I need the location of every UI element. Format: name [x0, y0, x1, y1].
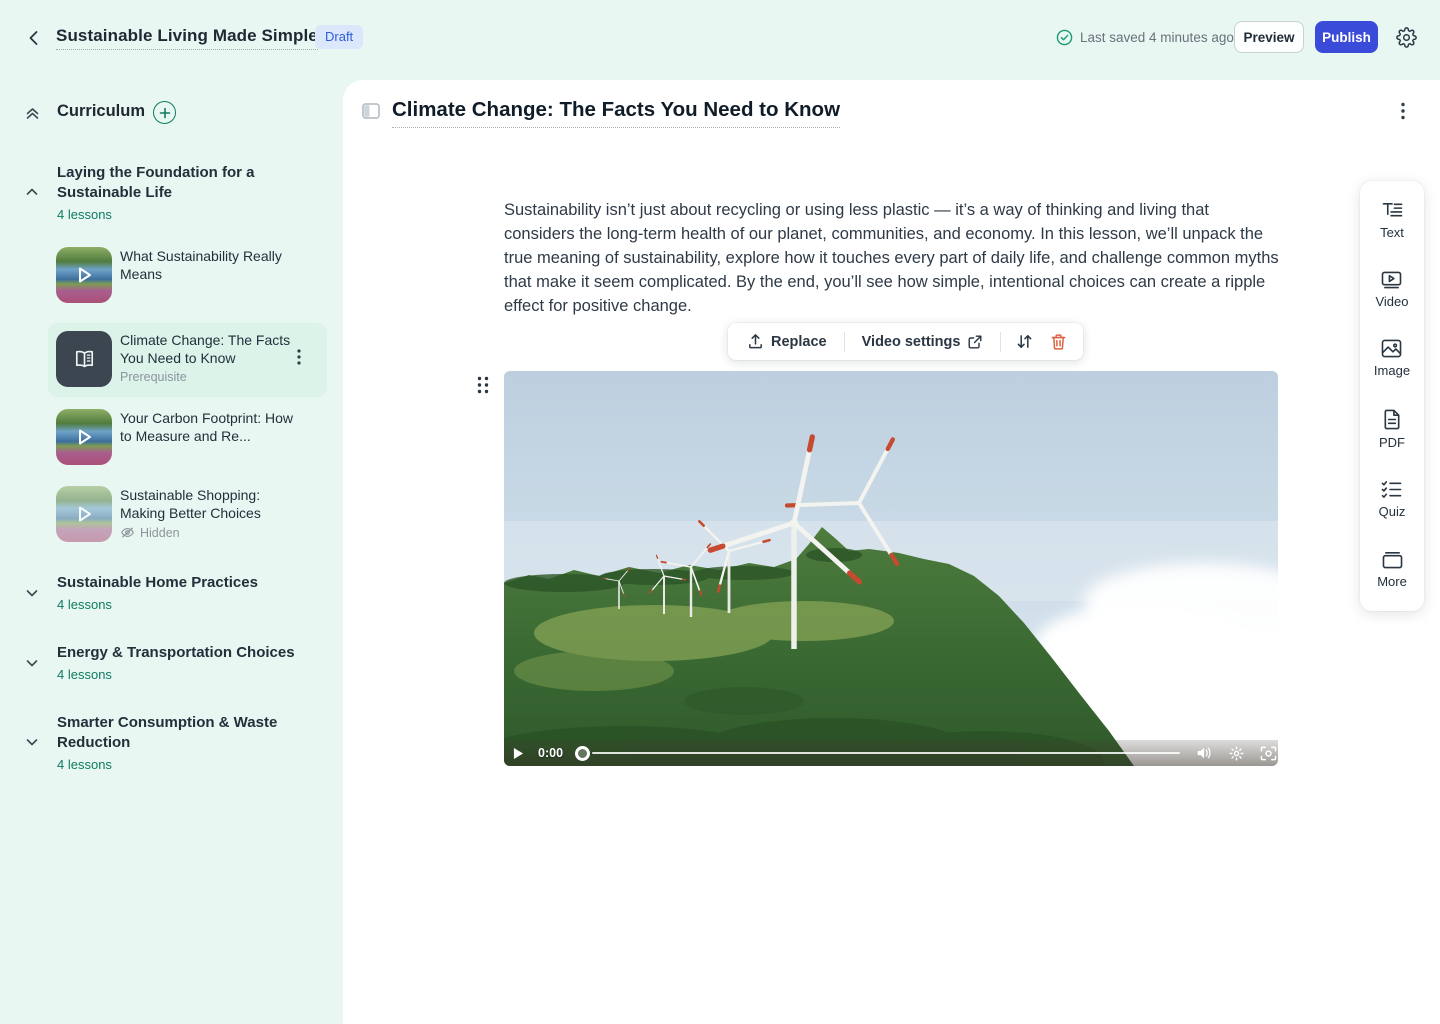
- section-4-chevron-down-icon[interactable]: [24, 734, 40, 750]
- toolbar-divider: [1000, 332, 1001, 352]
- reading-thumbnail: [56, 331, 112, 387]
- section-2-chevron-down-icon[interactable]: [24, 585, 40, 601]
- section-title[interactable]: Smarter Consumption & Waste Reduction: [57, 713, 297, 753]
- insert-pdf-button[interactable]: PDF: [1379, 409, 1405, 450]
- volume-icon[interactable]: [1196, 746, 1213, 760]
- eye-off-icon: [120, 525, 135, 540]
- video-frame-wind-turbines: [504, 371, 1278, 766]
- block-drag-handle-icon[interactable]: [476, 376, 490, 394]
- more-icon: [1382, 550, 1403, 569]
- preview-button[interactable]: Preview: [1234, 21, 1304, 53]
- lesson-page-title[interactable]: Climate Change: The Facts You Need to Kn…: [392, 98, 840, 128]
- play-icon: [73, 503, 95, 525]
- fullscreen-icon[interactable]: [1260, 746, 1277, 761]
- section-lesson-count: 4 lessons: [57, 667, 112, 682]
- section-lesson-count: 4 lessons: [57, 207, 112, 222]
- external-link-icon: [967, 334, 983, 350]
- video-current-time: 0:00: [538, 746, 563, 760]
- status-badge: Draft: [315, 25, 363, 49]
- last-saved-status: Last saved 4 minutes ago: [1056, 29, 1234, 46]
- lesson-item-climate-change[interactable]: Climate Change: The Facts You Need to Kn…: [48, 323, 327, 397]
- text-icon: [1382, 201, 1403, 220]
- saved-check-icon: [1056, 29, 1073, 46]
- publish-button[interactable]: Publish: [1315, 21, 1378, 53]
- video-play-icon[interactable]: [513, 747, 524, 760]
- section-title[interactable]: Sustainable Home Practices: [57, 573, 297, 593]
- pdf-icon: [1383, 409, 1401, 430]
- lesson-title: Climate Change: The Facts You Need to Kn…: [120, 331, 296, 367]
- section-1-chevron-up-icon[interactable]: [24, 184, 40, 200]
- add-section-button[interactable]: [153, 101, 176, 124]
- upload-icon: [747, 333, 764, 350]
- video-thumbnail: [56, 247, 112, 303]
- hidden-badge: Hidden: [120, 525, 180, 540]
- back-icon[interactable]: [24, 28, 44, 48]
- play-icon: [73, 264, 95, 286]
- lesson-title: What Sustainability Really Means: [120, 247, 296, 283]
- prerequisite-badge: Prerequisite: [120, 370, 187, 384]
- course-title[interactable]: Sustainable Living Made Simple: [56, 26, 318, 50]
- replace-button[interactable]: Replace: [738, 327, 836, 356]
- delete-block-icon[interactable]: [1043, 328, 1073, 356]
- image-icon: [1381, 339, 1402, 358]
- lesson-item-what-sustainability[interactable]: What Sustainability Really Means: [48, 239, 327, 311]
- lesson-item-sustainable-shopping[interactable]: Sustainable Shopping: Making Better Choi…: [48, 478, 327, 552]
- app-header: Sustainable Living Made Simple Draft Las…: [0, 0, 1440, 80]
- lesson-title: Your Carbon Footprint: How to Measure an…: [120, 409, 296, 445]
- video-player[interactable]: 0:00: [504, 371, 1278, 766]
- insert-quiz-button[interactable]: Quiz: [1379, 480, 1406, 519]
- video-block-toolbar: Replace Video settings: [728, 323, 1083, 360]
- panel-toggle-icon[interactable]: [362, 103, 380, 119]
- section-title[interactable]: Energy & Transportation Choices: [57, 643, 297, 663]
- insert-video-button[interactable]: Video: [1375, 271, 1408, 309]
- lesson-item-carbon-footprint[interactable]: Your Carbon Footprint: How to Measure an…: [48, 401, 327, 477]
- section-title[interactable]: Laying the Foundation for a Sustainable …: [57, 163, 297, 203]
- curriculum-header: Curriculum: [0, 100, 343, 128]
- video-thumbnail: [56, 409, 112, 465]
- video-icon: [1381, 271, 1402, 289]
- toolbar-divider: [844, 332, 845, 352]
- video-control-bar: 0:00: [504, 740, 1278, 766]
- video-scrubber-handle[interactable]: [575, 746, 590, 761]
- lesson-editor-panel: Climate Change: The Facts You Need to Kn…: [343, 80, 1440, 1024]
- more-blocks-button[interactable]: More: [1377, 550, 1407, 589]
- curriculum-sidebar: Curriculum Laying the Foundation for a S…: [0, 80, 343, 1024]
- lesson-options-kebab-icon[interactable]: [1401, 102, 1415, 120]
- video-progress-track[interactable]: [592, 752, 1180, 755]
- move-block-icon[interactable]: [1009, 328, 1039, 356]
- quiz-icon: [1381, 480, 1402, 499]
- insert-image-button[interactable]: Image: [1374, 339, 1410, 378]
- lesson-kebab-icon[interactable]: [297, 349, 311, 365]
- video-settings-button[interactable]: Video settings: [853, 328, 993, 356]
- play-icon: [73, 426, 95, 448]
- curriculum-title: Curriculum: [57, 102, 145, 121]
- section-lesson-count: 4 lessons: [57, 757, 112, 772]
- collapse-all-icon[interactable]: [24, 105, 41, 122]
- last-saved-text: Last saved 4 minutes ago: [1080, 30, 1234, 45]
- lesson-intro-paragraph[interactable]: Sustainability isn’t just about recyclin…: [504, 198, 1279, 318]
- video-thumbnail: [56, 486, 112, 542]
- section-lesson-count: 4 lessons: [57, 597, 112, 612]
- lesson-title: Sustainable Shopping: Making Better Choi…: [120, 486, 296, 522]
- settings-gear-icon[interactable]: [1396, 27, 1417, 48]
- section-3-chevron-down-icon[interactable]: [24, 655, 40, 671]
- video-settings-gear-icon[interactable]: [1229, 746, 1244, 761]
- insert-text-button[interactable]: Text: [1380, 201, 1404, 240]
- insert-block-toolbar: Text Video Image PDF Quiz More: [1360, 181, 1424, 611]
